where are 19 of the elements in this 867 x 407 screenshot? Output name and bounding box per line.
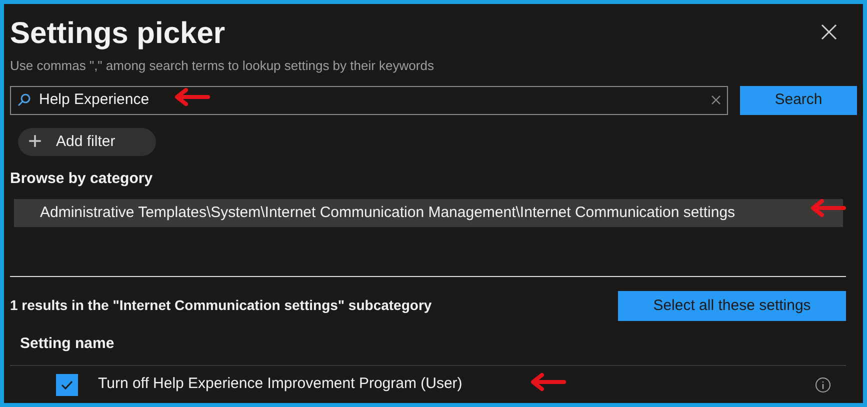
close-icon[interactable] xyxy=(821,24,837,40)
info-icon[interactable] xyxy=(815,376,831,393)
search-icon xyxy=(17,93,31,107)
add-filter-button[interactable]: + Add filter xyxy=(18,128,156,156)
annotation-arrow-icon xyxy=(530,373,566,391)
annotation-arrow-icon xyxy=(174,88,210,106)
results-summary: 1 results in the "Internet Communication settings" subcategory xyxy=(10,296,432,316)
select-all-button[interactable]: Select all these settings xyxy=(618,290,846,321)
panel-subtitle: Use commas "," among search terms to lookup settings by their keywords xyxy=(10,57,435,75)
browse-label: Browse by category xyxy=(10,169,154,190)
panel-title: Settings picker xyxy=(10,16,226,52)
clear-icon[interactable] xyxy=(711,95,721,105)
column-header: Setting name xyxy=(20,334,116,354)
checkbox[interactable] xyxy=(56,374,78,396)
category-path-item[interactable]: Administrative Templates\System\Internet Communication Management\Internet Communication settings xyxy=(14,198,843,227)
search-field[interactable]: Help Experience xyxy=(10,86,728,114)
setting-name: Turn off Help Experience Improvement Program (User) xyxy=(98,374,462,394)
search-button[interactable]: Search xyxy=(740,86,857,114)
annotation-arrow-icon xyxy=(810,199,846,217)
